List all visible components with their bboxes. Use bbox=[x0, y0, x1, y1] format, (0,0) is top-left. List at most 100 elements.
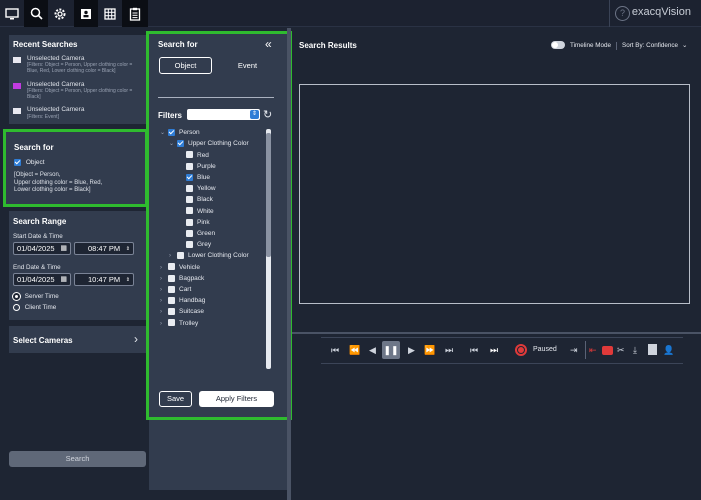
tree-item[interactable]: Grey bbox=[178, 241, 211, 248]
tree-item[interactable]: Blue bbox=[178, 173, 211, 182]
record-icon[interactable] bbox=[515, 344, 527, 356]
checkbox-icon[interactable] bbox=[168, 263, 175, 271]
end-time-field[interactable]: 10:47 PM ⇕ bbox=[74, 273, 134, 286]
tree-item[interactable]: ⌄ Person bbox=[160, 129, 200, 136]
fast-rewind-icon[interactable]: ⏪ bbox=[349, 345, 360, 356]
chevron-right-icon[interactable]: › bbox=[169, 253, 177, 259]
panel-splitter[interactable] bbox=[287, 28, 291, 500]
tree-item-label: Green bbox=[197, 230, 216, 238]
next-segment-icon[interactable]: ⏭ bbox=[490, 345, 498, 356]
start-date-field[interactable]: 01/04/2025 ▦ bbox=[13, 242, 71, 255]
checkbox-icon[interactable] bbox=[186, 185, 193, 192]
chevron-right-icon[interactable]: › bbox=[160, 321, 168, 327]
tree-item[interactable]: Purple bbox=[178, 162, 216, 170]
scissors-icon[interactable]: ✂ bbox=[617, 345, 625, 356]
tree-item[interactable]: Black bbox=[178, 196, 213, 203]
checkbox-icon[interactable] bbox=[186, 151, 193, 159]
checkbox-icon[interactable] bbox=[186, 162, 193, 170]
monitor-icon[interactable] bbox=[0, 0, 24, 27]
chevron-right-icon[interactable]: › bbox=[160, 276, 168, 282]
checkbox-icon[interactable] bbox=[168, 308, 175, 316]
collapse-icon[interactable]: « bbox=[265, 37, 272, 51]
clipboard-icon[interactable] bbox=[122, 0, 148, 27]
prev-segment-icon[interactable]: ⏮ bbox=[470, 345, 478, 356]
chevron-right-icon[interactable]: › bbox=[160, 287, 168, 293]
help-icon[interactable]: ? bbox=[615, 6, 630, 21]
tree-item[interactable]: Green bbox=[178, 229, 216, 238]
checkbox-icon[interactable] bbox=[168, 319, 175, 327]
skip-start-icon[interactable]: ⏮ bbox=[331, 345, 339, 356]
checkbox-icon[interactable] bbox=[177, 140, 184, 148]
scrollbar[interactable] bbox=[266, 129, 271, 369]
select-cameras-row[interactable]: Select Cameras › bbox=[9, 326, 146, 353]
tree-item[interactable]: › Cart bbox=[160, 285, 192, 294]
tab-object[interactable]: Object bbox=[159, 57, 212, 74]
tree-item[interactable]: › Bagpack bbox=[160, 274, 204, 282]
step-back-icon[interactable]: ◀ bbox=[369, 345, 376, 356]
skip-end-icon[interactable]: ⏭ bbox=[445, 345, 453, 356]
tree-item[interactable]: › Handbag bbox=[160, 297, 205, 304]
jump-to-icon[interactable]: ⇥ bbox=[570, 345, 578, 356]
checkbox-icon[interactable] bbox=[186, 229, 193, 237]
play-icon[interactable]: ▶ bbox=[408, 345, 415, 356]
search-range-card: Search Range Start Date & Time 01/04/202… bbox=[9, 211, 146, 320]
start-label: Start Date & Time bbox=[13, 233, 63, 240]
tree-item[interactable]: › Vehicle bbox=[160, 263, 200, 271]
save-button[interactable]: Save bbox=[159, 391, 192, 407]
search-button[interactable]: Search bbox=[9, 451, 146, 467]
client-time-radio[interactable]: Client Time bbox=[13, 304, 56, 311]
clip-icon[interactable] bbox=[602, 346, 613, 355]
chevron-right-icon[interactable]: › bbox=[160, 309, 168, 315]
tree-item-label: Blue bbox=[197, 174, 211, 182]
export-icon[interactable]: ⤓ bbox=[633, 345, 637, 356]
server-time-radio[interactable]: Server Time bbox=[13, 293, 59, 300]
chevron-right-icon[interactable]: › bbox=[160, 265, 168, 271]
chevron-down-icon[interactable]: ⌄ bbox=[169, 140, 177, 147]
gear-icon[interactable] bbox=[48, 0, 72, 27]
tree-item-label: Cart bbox=[179, 286, 192, 294]
tree-item[interactable]: Yellow bbox=[178, 185, 216, 192]
results-view[interactable] bbox=[299, 84, 690, 304]
mark-in-icon[interactable]: ⇤ bbox=[589, 345, 597, 356]
chevron-down-icon[interactable]: ⌄ bbox=[160, 129, 168, 136]
checkbox-icon[interactable] bbox=[186, 241, 193, 248]
radio-selected-icon bbox=[13, 293, 20, 300]
checkbox-icon[interactable] bbox=[186, 196, 193, 204]
filter-dropdown[interactable]: ⇕ bbox=[187, 109, 260, 120]
end-date-field[interactable]: 01/04/2025 ▦ bbox=[13, 273, 71, 286]
checkbox-icon[interactable] bbox=[177, 252, 184, 260]
chevron-right-icon[interactable]: › bbox=[160, 298, 168, 304]
tree-item[interactable]: ⌄ Upper Clothing Color bbox=[169, 140, 249, 147]
person-card-icon[interactable] bbox=[74, 0, 98, 27]
chevron-right-icon: › bbox=[134, 332, 138, 346]
checkbox-icon[interactable] bbox=[168, 274, 175, 282]
tree-item[interactable]: Pink bbox=[178, 218, 210, 226]
checkbox-icon[interactable] bbox=[168, 285, 175, 293]
tree-item[interactable]: White bbox=[178, 207, 214, 215]
apply-filters-button[interactable]: Apply Filters bbox=[199, 391, 274, 407]
person-icon[interactable]: 👤 bbox=[663, 345, 674, 356]
tree-item-label: Person bbox=[179, 129, 200, 137]
checkbox-icon[interactable] bbox=[168, 297, 175, 304]
save-clip-icon[interactable] bbox=[648, 344, 657, 355]
sort-dropdown[interactable]: Sort By: Confidence ⌄ bbox=[622, 42, 687, 49]
grid-icon[interactable] bbox=[98, 0, 122, 27]
checkbox-icon[interactable] bbox=[186, 218, 193, 226]
tree-item[interactable]: › Trolley bbox=[160, 319, 198, 327]
refresh-icon[interactable]: ↻ bbox=[263, 108, 272, 121]
checkbox-icon[interactable] bbox=[186, 207, 193, 215]
tab-event[interactable]: Event bbox=[221, 57, 274, 74]
object-checkbox[interactable]: Object bbox=[14, 159, 45, 166]
start-time-field[interactable]: 08:47 PM ⇕ bbox=[74, 242, 134, 255]
search-for-card: Search for Object [Object = Person, Uppe… bbox=[3, 129, 148, 207]
tree-item[interactable]: Red bbox=[178, 151, 209, 159]
timeline-toggle[interactable] bbox=[551, 41, 565, 49]
pause-icon[interactable]: ❚❚ bbox=[382, 341, 400, 359]
tree-item[interactable]: › Suitcase bbox=[160, 308, 204, 315]
fast-forward-icon[interactable]: ⏩ bbox=[424, 345, 435, 356]
search-icon[interactable] bbox=[24, 0, 48, 27]
tree-item[interactable]: › Lower Clothing Color bbox=[169, 252, 249, 259]
checkbox-icon[interactable] bbox=[186, 173, 193, 181]
checkbox-icon[interactable] bbox=[168, 129, 175, 136]
toggle-knob bbox=[552, 42, 558, 48]
